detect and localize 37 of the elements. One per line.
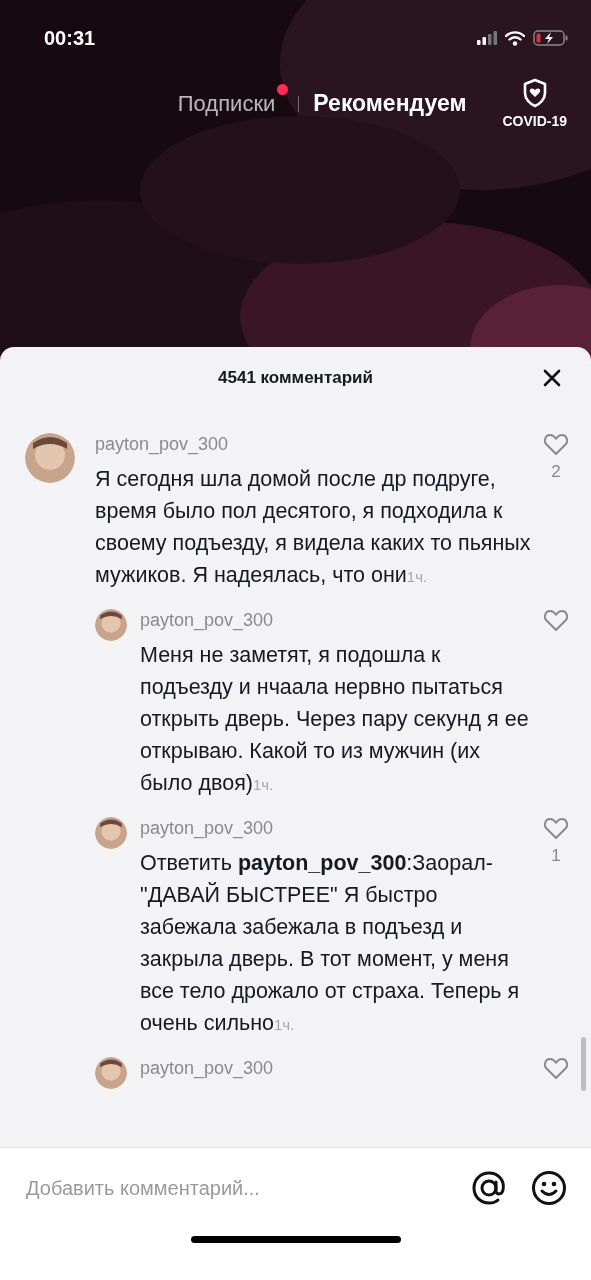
username[interactable]: payton_pov_300 xyxy=(95,433,229,455)
heart-icon xyxy=(543,1057,569,1080)
like-button[interactable] xyxy=(543,609,569,632)
battery-charging-icon xyxy=(533,30,569,46)
avatar[interactable] xyxy=(95,817,127,849)
comments-count: 4541 комментарий xyxy=(218,368,373,388)
emoji-button[interactable] xyxy=(531,1170,567,1206)
like-button[interactable] xyxy=(543,433,569,456)
like-button[interactable] xyxy=(543,817,569,840)
signal-icon xyxy=(477,31,497,45)
username[interactable]: payton_pov_300 xyxy=(140,1057,274,1079)
like-button[interactable] xyxy=(543,1057,569,1080)
close-icon xyxy=(543,369,561,387)
like-count: 1 xyxy=(551,846,561,866)
at-sign-icon xyxy=(471,1170,507,1206)
feed-tab[interactable]: Подписки xyxy=(177,90,276,117)
wifi-icon xyxy=(505,30,525,46)
avatar[interactable] xyxy=(95,1057,127,1089)
like-count: 2 xyxy=(551,462,561,482)
heart-icon xyxy=(543,609,569,632)
avatar[interactable] xyxy=(25,433,75,483)
covid-button[interactable]: COVID-19 xyxy=(502,78,567,129)
comment-text: Ответить payton_pov_300:Заорал-"ДАВАЙ БЫСТРЕЕ" Я быстро забежала забежала в подъезд и закрыла дверь. В тот момент, у меня все тело дрожало от страха. Теперь я очень сильно1ч. xyxy=(140,850,521,1037)
close-button[interactable] xyxy=(541,367,563,389)
comment-text: Я сегодня шла домой после др подруге, время было пол десятого, я подходила к своему подъезду, я видела каких то пьяных мужиков. Я надеялась, что они1ч. xyxy=(95,466,531,589)
username[interactable]: payton_pov_300 xyxy=(140,817,274,839)
username[interactable]: payton_pov_300 xyxy=(140,609,274,631)
avatar[interactable] xyxy=(95,609,127,641)
heart-icon xyxy=(543,433,569,456)
heart-icon xyxy=(543,817,569,840)
feed-tab[interactable]: Рекомендуем xyxy=(313,90,467,117)
scrollbar xyxy=(581,1037,586,1091)
mention-button[interactable] xyxy=(471,1170,507,1206)
comment-text: Меня не заметят, я подошла к подъезду и нчаала нервно пытаться открыть дверь. Через пару секунд я ее открываю. Какой то из мужчин (их было двоя)1ч. xyxy=(140,642,530,797)
clock: 00:31 xyxy=(44,26,96,50)
smiley-icon xyxy=(531,1170,567,1206)
shield-heart-icon xyxy=(521,78,548,108)
